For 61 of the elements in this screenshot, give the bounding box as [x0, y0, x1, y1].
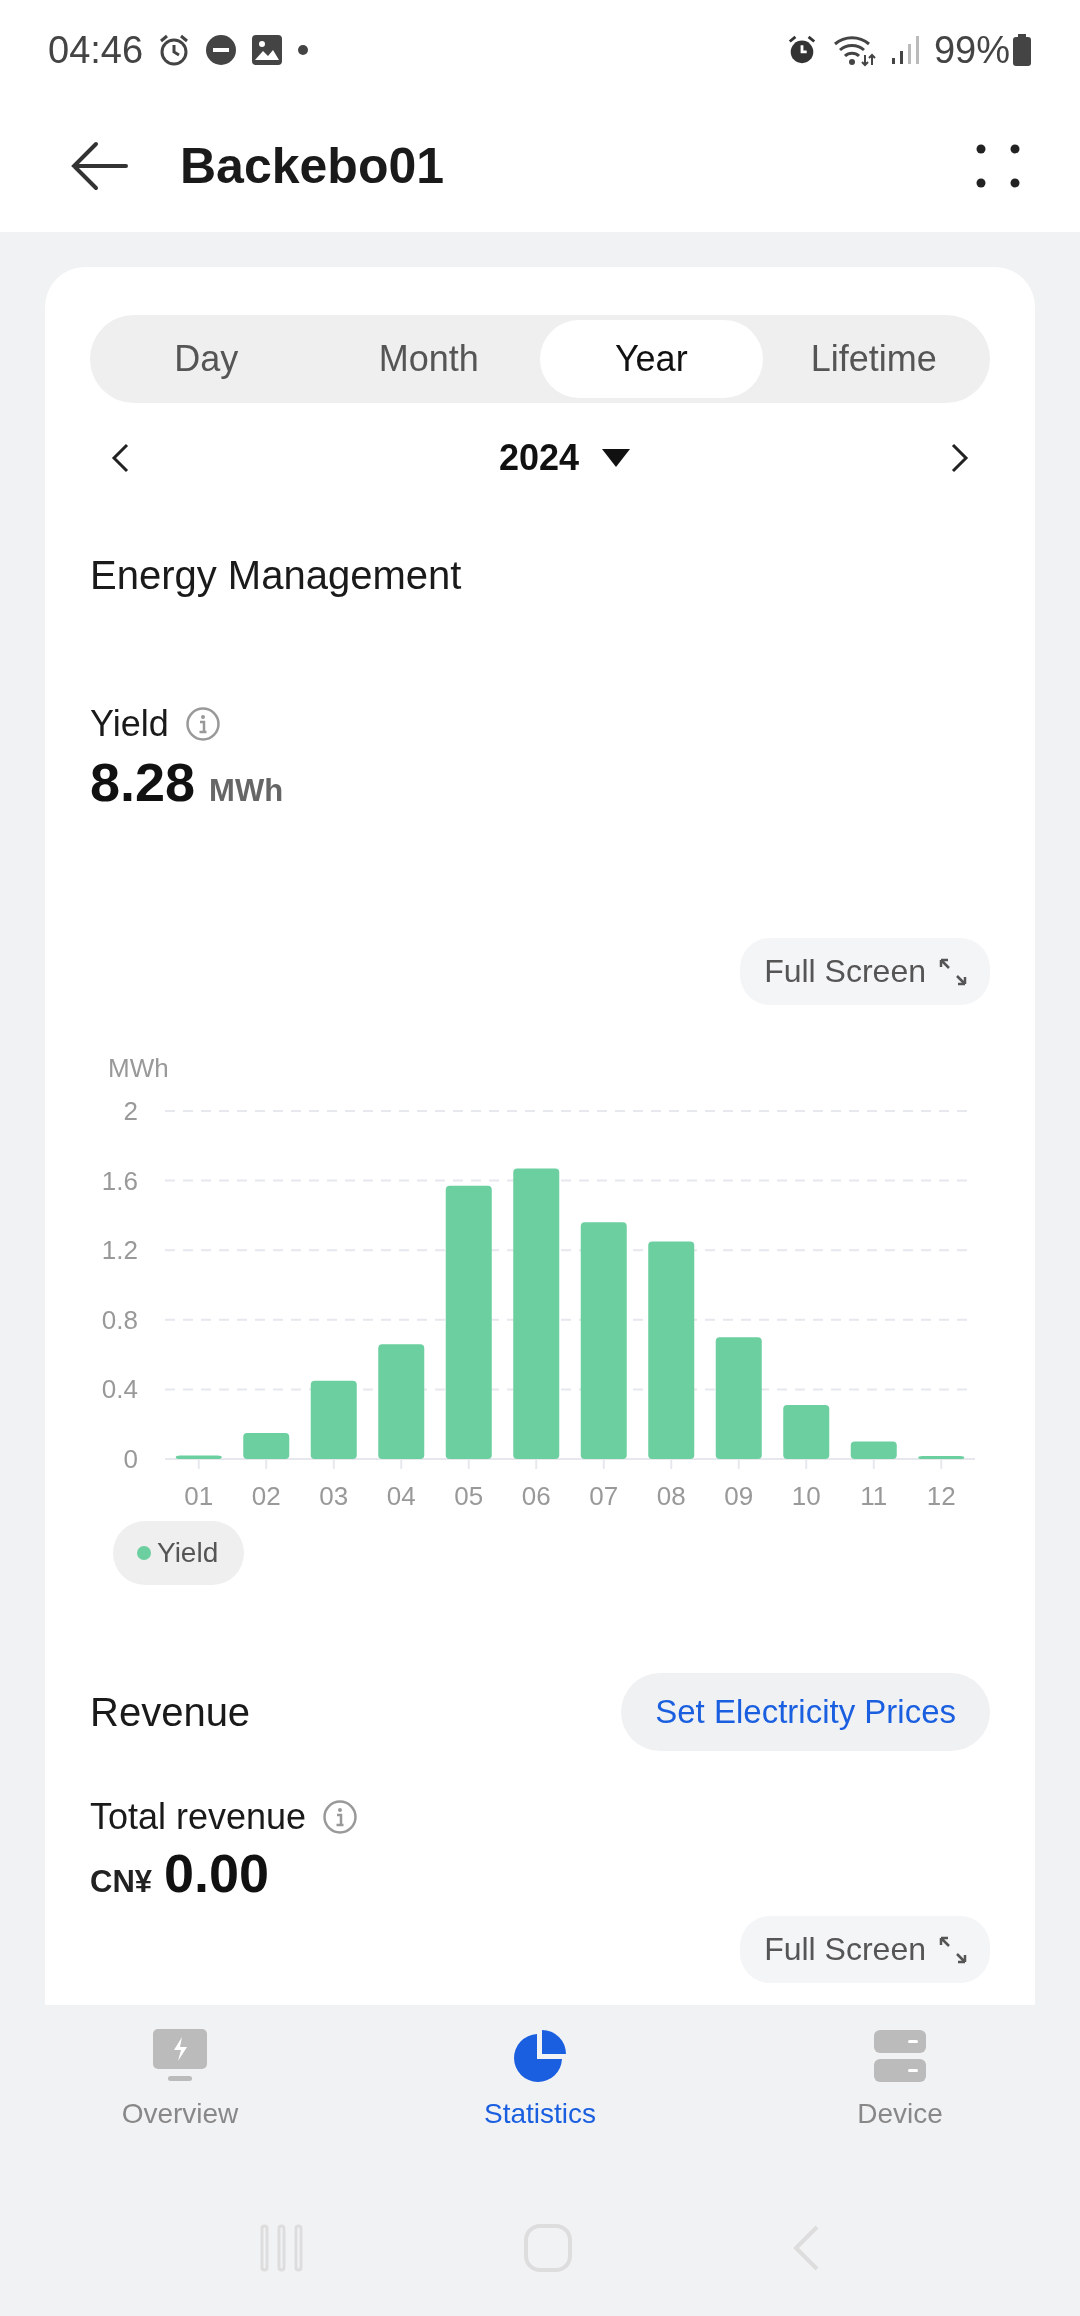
battery-icon [1012, 33, 1032, 67]
axis-tick: 1.6 [101, 1165, 138, 1196]
axis-tick: 07 [589, 1481, 619, 1511]
full-screen-button[interactable]: Full Screen [740, 938, 990, 1005]
status-time: 04:46 [48, 28, 144, 72]
image-icon [251, 34, 284, 66]
nav-tab[interactable]: Statistics [360, 2027, 720, 2180]
axis-tick: 01 [184, 1481, 214, 1511]
year-dropdown[interactable]: 2024 [492, 436, 638, 480]
axis-tick: 0 [123, 1444, 138, 1474]
period-tab[interactable]: Lifetime [762, 320, 985, 398]
period-tab[interactable]: Year [540, 320, 763, 398]
legend-label: Yield [157, 1537, 219, 1569]
bar [175, 1455, 222, 1459]
chevron-right-icon[interactable] [950, 442, 970, 474]
legend-item[interactable]: Yield [113, 1521, 245, 1585]
metric-value: CN¥ 0.00 [90, 1842, 270, 1904]
expand-icon [938, 1934, 968, 1965]
expand-icon [938, 956, 968, 987]
bar [243, 1432, 290, 1459]
axis-tick: 02 [251, 1481, 281, 1511]
axis-tick: 11 [860, 1481, 888, 1511]
axis-tick: 03 [319, 1481, 349, 1511]
section-title: Revenue [90, 1689, 251, 1735]
set-prices-button[interactable]: Set Electricity Prices [621, 1673, 990, 1751]
axis-unit: MWh [108, 1053, 169, 1083]
axis-tick: 2 [123, 1096, 138, 1126]
bar [850, 1441, 897, 1459]
axis-tick: 10 [791, 1481, 821, 1511]
axis-tick: 06 [521, 1481, 551, 1511]
full-screen-button[interactable]: Full Screen [740, 1916, 990, 1983]
axis-tick: 0.4 [101, 1374, 138, 1405]
back-arrow-icon[interactable] [70, 141, 128, 191]
info-icon[interactable] [184, 706, 221, 742]
period-tab[interactable]: Month [317, 320, 540, 398]
do-not-disturb-icon [205, 34, 238, 66]
metric-label: Yield [90, 703, 169, 745]
battery-percent: 99% [933, 28, 1010, 72]
bar [783, 1405, 830, 1459]
page-title: Backebo01 [180, 137, 446, 195]
pie-chart-icon [512, 2028, 568, 2084]
axis-tick: 04 [386, 1481, 416, 1511]
axis-tick: 05 [454, 1481, 484, 1511]
dot-icon [297, 44, 310, 56]
caret-icon [601, 448, 632, 468]
axis-tick: 08 [656, 1481, 686, 1511]
signal-icon [889, 34, 920, 66]
bar [918, 1456, 965, 1459]
metric-label: Total revenue [90, 1796, 307, 1838]
section-title: Energy Management [90, 553, 463, 598]
info-icon[interactable] [322, 1799, 359, 1835]
period-tab[interactable]: Day [95, 320, 318, 398]
metric-value: 8.28 MWh [90, 751, 284, 813]
more-dots-icon[interactable] [976, 144, 1020, 188]
monitor-icon [152, 2028, 208, 2084]
server-icon [873, 2028, 927, 2084]
chevron-left-icon[interactable] [110, 442, 130, 474]
axis-tick: 0.8 [101, 1304, 138, 1335]
axis-tick: 1.2 [101, 1235, 138, 1266]
axis-tick: 09 [724, 1481, 754, 1511]
axis-tick: 12 [926, 1481, 956, 1511]
